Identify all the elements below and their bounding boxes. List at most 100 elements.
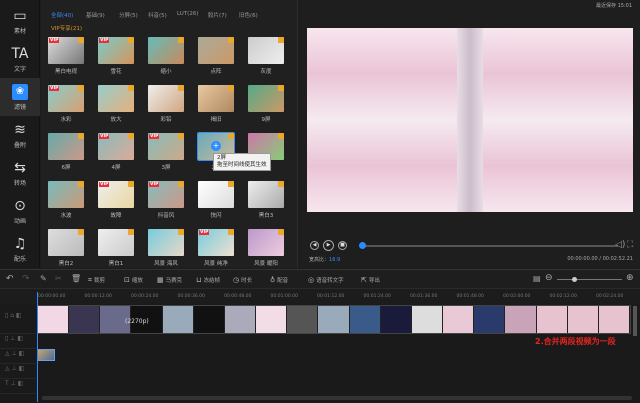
filter-item[interactable]: VIP 风景 纯净 [197,229,235,267]
stop-button[interactable]: ■ [338,241,347,250]
video-clip[interactable] [380,306,412,333]
video-clip[interactable] [474,306,506,333]
sidebar-item-5[interactable]: ⊙ 动画 [0,192,40,230]
sidebar-item-6[interactable]: ♫ 配乐 [0,230,40,268]
split-icon[interactable]: ✂ [55,274,62,283]
filter-item[interactable]: 风景 海风 [147,229,185,267]
video-clip[interactable] [224,306,257,333]
toolbar-label: 导出 [368,278,380,284]
timeline-scrollbar[interactable] [42,396,632,400]
video-clip[interactable] [443,306,475,333]
filter-item[interactable]: VIP 水彩 [47,85,85,123]
timeline-ruler[interactable]: 00:00:00.00 00:00:12.00 00:00:24.00 00:00:3… [36,290,640,304]
video-clip[interactable] [505,306,537,333]
toolbar-microphone-button[interactable]: ♁ 配音 [270,276,288,284]
add-icon[interactable]: + [211,141,221,151]
filter-item[interactable]: 黑白2 [47,229,85,267]
filter-label: 黑白1 [108,261,124,267]
filter-item[interactable]: 风景 暖阳 [247,229,285,267]
video-clip[interactable] [411,306,444,333]
zoom-in-icon[interactable]: ⊕ [626,273,634,283]
track-scrollbar[interactable] [633,306,637,336]
toolbar-clock-button[interactable]: ◷ 时长 [233,276,252,284]
volume-icon[interactable]: ◁) [615,240,625,250]
filter-label: 9屏 [261,117,271,123]
sidebar-item-1[interactable]: TA 文字 [0,40,40,78]
filter-tab-5[interactable]: 胶片(7) [208,11,227,19]
sidebar-item-3[interactable]: ≋ 叠附 [0,116,40,154]
filter-item[interactable]: 点阵 [197,37,235,75]
sidebar-item-4[interactable]: ⇆ 转场 [0,154,40,192]
video-clip[interactable] [38,306,70,333]
video-clip[interactable] [256,306,288,333]
filter-item[interactable]: 黑白1 [97,229,135,267]
delete-icon[interactable]: 🗑 [71,274,81,283]
filter-item[interactable]: 放大 [97,85,135,123]
filter-item[interactable]: 褐旧 [197,85,235,123]
filter-item[interactable]: 9屏 [247,85,285,123]
crown-icon [78,37,84,43]
redo-icon[interactable]: ↷ [22,274,30,284]
toolbar-freeze-frame-button[interactable]: ⊔ 冻结帧 [196,276,220,284]
crown-icon [128,181,134,187]
filter-item[interactable]: VIP 故障 [97,181,135,219]
toolbar-export-button[interactable]: ⇱ 导出 [361,276,380,284]
toolbar-zoom-button[interactable]: ⊡ 缩放 [124,276,143,284]
filter-item[interactable]: 水波 [47,181,85,219]
vip-badge: VIP [49,86,60,91]
vip-badge: VIP [149,134,160,139]
ratio-value[interactable]: 16:9 [329,257,340,263]
filter-item[interactable]: 灰度 [247,37,285,75]
filter-item[interactable]: VIP 4屏 [97,133,135,171]
crown-icon [78,85,84,91]
video-clip[interactable] [69,306,101,333]
video-clip[interactable] [162,306,194,333]
filter-item[interactable]: 6屏 [47,133,85,171]
play-button[interactable]: ▶ [323,240,334,251]
prev-frame-button[interactable]: ◀ [310,241,319,250]
video-clip[interactable] [567,306,599,333]
zoom-out-icon[interactable]: ⊖ [545,273,553,283]
video-clip[interactable] [318,306,350,333]
crown-icon [228,181,234,187]
toolbar-mosaic-button[interactable]: ▦ 马赛克 [157,276,182,284]
toolbar-crop-button[interactable]: ⌗ 裁剪 [88,276,105,285]
ruler-tick: 00:01:48.00 [456,294,484,299]
overlay-clip[interactable] [37,349,55,361]
ruler-tick: 00:02:24.00 [596,294,624,299]
zoom-slider[interactable] [557,277,622,282]
playhead[interactable] [37,292,38,402]
seek-handle[interactable] [359,242,366,249]
filter-item[interactable]: VIP 黑白电视 [47,37,85,75]
sidebar-item-label: 配乐 [13,256,26,263]
filter-item[interactable]: 快闪 [197,181,235,219]
edit-icon[interactable]: ✎ [40,274,47,283]
video-clip[interactable] [598,306,630,333]
filter-tab-4[interactable]: LUT(26) [177,11,198,17]
filter-item[interactable]: 缩小 [147,37,185,75]
filter-item[interactable]: 彩铅 [147,85,185,123]
filter-item[interactable]: 黑白3 [247,181,285,219]
toolbar-speech-to-text-button[interactable]: ◎ 语音转文字 [308,276,344,284]
sidebar: ▭ 素材 TA 文字 ❀ 滤镜 ≋ 叠附 ⇆ 转场 ⊙ 动画 ♫ 配乐 [0,0,40,268]
filter-item[interactable]: VIP 抖音风 [147,181,185,219]
filter-item[interactable]: VIP 3屏 [147,133,185,171]
video-clip[interactable] [349,306,381,333]
sidebar-item-0[interactable]: ▭ 素材 [0,2,40,40]
video-clip[interactable] [193,306,225,333]
ruler-tick: 00:00:48.00 [224,294,252,299]
filter-tab-1[interactable]: 基础(9) [86,11,105,19]
toolbar-label: 冻结帧 [203,278,220,284]
filter-tab-3[interactable]: 抖音(5) [148,11,167,19]
fullscreen-icon[interactable]: ⛶ [627,240,633,250]
fit-icon[interactable]: ▤ [533,274,541,283]
filter-item[interactable]: VIP 雪花 [97,37,135,75]
filter-tab-6[interactable]: 旧色(6) [239,11,258,19]
filter-tab-2[interactable]: 分屏(5) [119,11,138,19]
filter-tab-0[interactable]: 全部(40) [51,11,73,19]
video-clip[interactable] [536,306,568,333]
undo-icon[interactable]: ↶ [6,274,14,284]
seek-bar[interactable] [359,242,618,249]
video-clip[interactable] [287,306,319,333]
sidebar-item-2[interactable]: ❀ 滤镜 [0,78,40,116]
